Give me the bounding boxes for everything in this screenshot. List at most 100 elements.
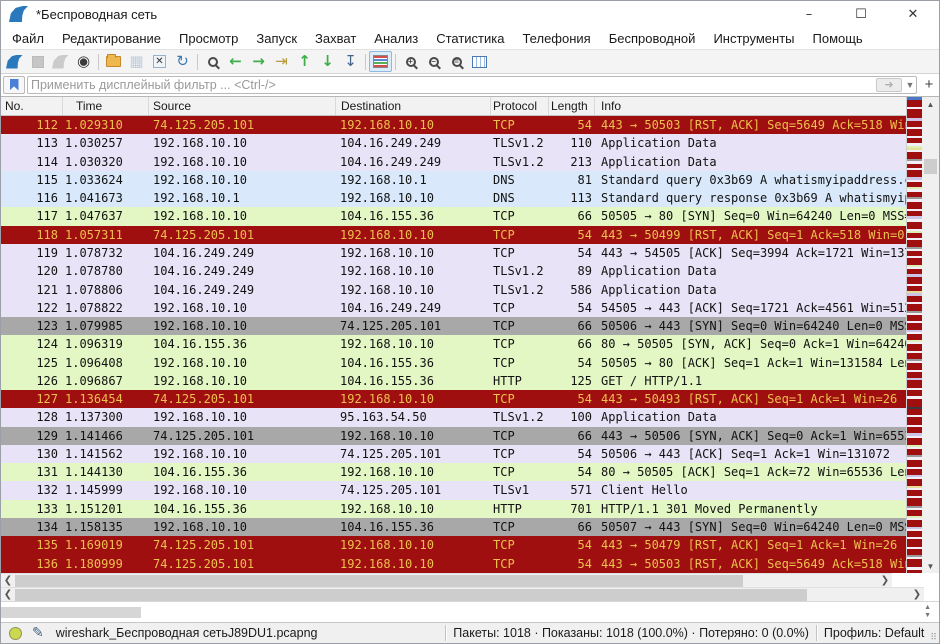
filter-bookmark-button[interactable] <box>3 76 25 94</box>
packet-row-135[interactable]: 1351.16901974.125.205.101192.168.10.10TC… <box>1 536 906 554</box>
menu-item-2[interactable]: Просмотр <box>170 29 247 48</box>
apply-filter-button[interactable]: ➜ <box>876 78 902 92</box>
start-capture-icon[interactable] <box>3 51 26 72</box>
cell-dst: 192.168.10.10 <box>336 500 491 518</box>
zoom-in-icon[interactable]: + <box>399 51 422 72</box>
close-file-icon[interactable]: ✕ <box>148 51 171 72</box>
spinner-down-icon[interactable]: ▼ <box>924 612 931 620</box>
display-filter-input[interactable] <box>31 78 876 92</box>
menu-item-10[interactable]: Помощь <box>804 29 872 48</box>
goto-packet-icon[interactable]: ⇥ <box>270 51 293 72</box>
next-packet-icon[interactable]: → <box>247 51 270 72</box>
packet-row-128[interactable]: 1281.137300192.168.10.1095.163.54.50TLSv… <box>1 408 906 426</box>
packet-row-129[interactable]: 1291.14146674.125.205.101192.168.10.10TC… <box>1 427 906 445</box>
maximize-button[interactable]: ☐ <box>835 1 887 27</box>
packet-row-124[interactable]: 1241.096319104.16.155.36192.168.10.10TCP… <box>1 335 906 353</box>
column-header-no[interactable]: No. <box>1 97 63 115</box>
bytes-pane-scrollbar[interactable]: ▲ ▼ <box>1 601 939 622</box>
scroll-right-icon[interactable]: ❯ <box>910 588 924 602</box>
packet-row-121[interactable]: 1211.078806104.16.249.249192.168.10.10TL… <box>1 280 906 298</box>
vertical-scrollbar[interactable]: ▲ ▼ <box>922 97 939 573</box>
column-header-length[interactable]: Length <box>549 97 595 115</box>
pane-spinner[interactable]: ▲ ▼ <box>924 604 931 620</box>
last-packet-icon[interactable]: ↓ <box>316 51 339 72</box>
menu-item-5[interactable]: Анализ <box>365 29 427 48</box>
packet-row-126[interactable]: 1261.096867192.168.10.10104.16.155.36HTT… <box>1 372 906 390</box>
packet-row-118[interactable]: 1181.05731174.125.205.101192.168.10.10TC… <box>1 226 906 244</box>
menu-item-4[interactable]: Захват <box>306 29 365 48</box>
packet-row-127[interactable]: 1271.13645474.125.205.101192.168.10.10TC… <box>1 390 906 408</box>
packet-row-122[interactable]: 1221.078822192.168.10.10104.16.249.249TC… <box>1 299 906 317</box>
hscroll-track-2[interactable] <box>15 588 910 601</box>
first-packet-icon[interactable]: ↑ <box>293 51 316 72</box>
profile-label[interactable]: Профиль: Default <box>824 626 925 640</box>
packet-row-114[interactable]: 1141.030320192.168.10.10104.16.249.249TL… <box>1 153 906 171</box>
packet-row-113[interactable]: 1131.030257192.168.10.10104.16.249.249TL… <box>1 134 906 152</box>
resize-grip-icon[interactable]: ⠿ <box>930 633 937 643</box>
open-file-icon[interactable] <box>102 51 125 72</box>
minimize-button[interactable]: – <box>783 1 835 27</box>
zoom-original-icon[interactable]: = <box>445 51 468 72</box>
packet-row-112[interactable]: 1121.02931074.125.205.101192.168.10.10TC… <box>1 116 906 134</box>
scroll-right-icon[interactable]: ❯ <box>878 574 892 588</box>
packet-row-136[interactable]: 1361.18099974.125.205.101192.168.10.10TC… <box>1 554 906 572</box>
capture-comment-icon[interactable]: ✎ <box>32 625 44 641</box>
stop-capture-icon[interactable] <box>26 51 49 72</box>
column-header-info[interactable]: Info <box>595 97 906 115</box>
expert-info-icon[interactable] <box>9 627 22 640</box>
menu-item-6[interactable]: Статистика <box>427 29 513 48</box>
packet-row-130[interactable]: 1301.141562192.168.10.1074.125.205.101TC… <box>1 445 906 463</box>
menu-item-1[interactable]: Редактирование <box>53 29 170 48</box>
add-filter-button-button[interactable]: + <box>921 76 937 94</box>
packet-list-hscrollbar[interactable]: ❮ ❯ <box>1 573 892 587</box>
packet-row-134[interactable]: 1341.158135192.168.10.10104.16.155.36TCP… <box>1 518 906 536</box>
scroll-left-icon[interactable]: ❮ <box>1 588 15 602</box>
capture-filename[interactable]: wireshark_Беспроводная сетьJ89DU1.pcapng <box>56 626 318 640</box>
column-header-destination[interactable]: Destination <box>336 97 491 115</box>
spinner-up-icon[interactable]: ▲ <box>924 604 931 612</box>
vertical-scroll-thumb[interactable] <box>924 159 937 174</box>
packet-row-120[interactable]: 1201.078780104.16.249.249192.168.10.10TL… <box>1 262 906 280</box>
packet-row-133[interactable]: 1331.151201104.16.155.36192.168.10.10HTT… <box>1 500 906 518</box>
colorize-icon[interactable] <box>369 51 392 72</box>
scroll-left-icon[interactable]: ❮ <box>1 574 15 588</box>
column-header-source[interactable]: Source <box>149 97 336 115</box>
capture-options-icon[interactable]: ◉ <box>72 51 95 72</box>
restart-capture-icon[interactable] <box>49 51 72 72</box>
reload-file-icon[interactable]: ↻ <box>171 51 194 72</box>
packet-row-132[interactable]: 1321.145999192.168.10.1074.125.205.101TL… <box>1 481 906 499</box>
menu-item-9[interactable]: Инструменты <box>704 29 803 48</box>
packet-row-131[interactable]: 1311.144130104.16.155.36192.168.10.10TCP… <box>1 463 906 481</box>
resize-columns-icon[interactable] <box>468 51 491 72</box>
hscroll-track-1[interactable] <box>15 574 878 587</box>
packet-row-125[interactable]: 1251.096408192.168.10.10104.16.155.36TCP… <box>1 353 906 371</box>
packet-row-115[interactable]: 1151.033624192.168.10.10192.168.10.1DNS8… <box>1 171 906 189</box>
column-header-time[interactable]: Time <box>63 97 149 115</box>
save-file-icon[interactable]: ▦ <box>125 51 148 72</box>
packet-row-123[interactable]: 1231.079985192.168.10.1074.125.205.101TC… <box>1 317 906 335</box>
zoom-out-icon[interactable]: − <box>422 51 445 72</box>
vertical-scroll-track[interactable] <box>922 111 939 559</box>
close-button[interactable]: ✕ <box>887 1 939 27</box>
menu-item-3[interactable]: Запуск <box>247 29 306 48</box>
column-header-protocol[interactable]: Protocol <box>491 97 549 115</box>
packet-row-116[interactable]: 1161.041673192.168.10.1192.168.10.10DNS1… <box>1 189 906 207</box>
cell-dst: 74.125.205.101 <box>336 481 491 499</box>
detail-pane-hscrollbar[interactable]: ❮ ❯ <box>1 587 924 601</box>
find-packet-icon[interactable] <box>201 51 224 72</box>
scroll-up-icon[interactable]: ▲ <box>922 97 939 111</box>
auto-scroll-icon[interactable]: ↧ <box>339 51 362 72</box>
scroll-down-icon[interactable]: ▼ <box>922 559 939 573</box>
packet-row-117[interactable]: 1171.047637192.168.10.10104.16.155.36TCP… <box>1 207 906 225</box>
intelligent-scrollbar-minimap[interactable] <box>906 97 922 573</box>
packet-row-119[interactable]: 1191.078732104.16.249.249192.168.10.10TC… <box>1 244 906 262</box>
menu-item-8[interactable]: Беспроводной <box>600 29 705 48</box>
menu-item-7[interactable]: Телефония <box>513 29 599 48</box>
menu-item-0[interactable]: Файл <box>3 29 53 48</box>
packet-list-header: No. Time Source Destination Protocol Len… <box>1 97 906 116</box>
bytes-scroll-thumb[interactable] <box>1 607 141 618</box>
hscroll-thumb-1[interactable] <box>15 575 743 587</box>
hscroll-thumb-2[interactable] <box>15 589 807 601</box>
previous-packet-icon[interactable]: ← <box>224 51 247 72</box>
filter-dropdown-icon[interactable]: ▼ <box>904 80 916 90</box>
